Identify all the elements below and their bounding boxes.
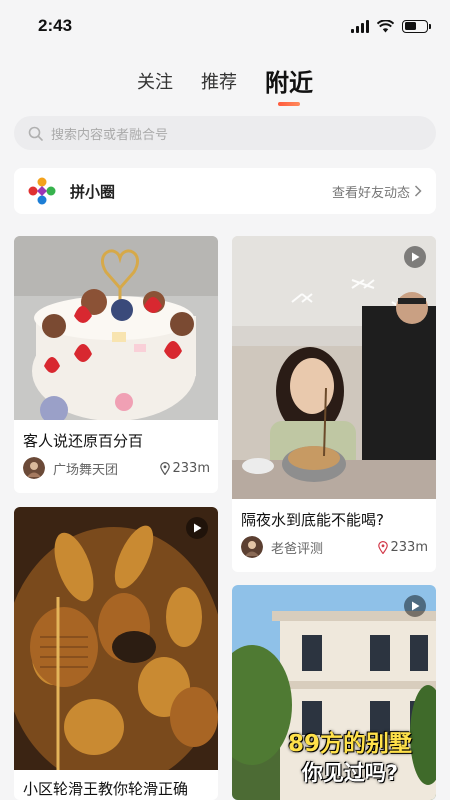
author-name[interactable]: 老爸评测 bbox=[271, 538, 378, 557]
tab-following[interactable]: 关注 bbox=[137, 68, 173, 102]
battery-icon bbox=[402, 19, 431, 33]
play-icon[interactable] bbox=[186, 517, 208, 539]
overlay-line-1: 89方的别墅 bbox=[287, 731, 412, 757]
view-friends-label: 查看好友动态 bbox=[331, 185, 410, 201]
tab-nearby-label: 附近 bbox=[265, 69, 313, 97]
search-placeholder: 搜索内容或者融合号 bbox=[51, 127, 169, 143]
active-tab-indicator bbox=[278, 102, 300, 106]
top-tabs: 关注 推荐 附近 bbox=[0, 62, 450, 106]
location-pin-icon bbox=[377, 540, 388, 554]
status-bar: 2:43 bbox=[0, 0, 450, 52]
card-title: 隔夜水到底能不能喝? bbox=[241, 511, 384, 529]
tab-nearby[interactable]: 附近 bbox=[265, 63, 313, 106]
view-friends-link[interactable]: 查看好友动态 bbox=[332, 182, 422, 201]
circle-logo-icon bbox=[28, 177, 56, 205]
search-icon bbox=[28, 126, 43, 141]
feed-card[interactable]: 89方的别墅 你见过吗? bbox=[232, 585, 436, 800]
distance-value: 233m bbox=[172, 460, 210, 476]
location-pin-icon bbox=[159, 461, 170, 475]
video-caption-overlay: 89方的别墅 你见过吗? bbox=[268, 729, 432, 787]
card-title: 小区轮滑王教你轮滑正确 bbox=[23, 780, 189, 798]
distance: 233m bbox=[377, 539, 428, 555]
author-name[interactable]: 广场舞天团 bbox=[53, 459, 160, 478]
status-icons bbox=[351, 19, 431, 33]
play-icon[interactable] bbox=[404, 246, 426, 268]
distance: 233m bbox=[159, 460, 210, 476]
play-icon[interactable] bbox=[404, 595, 426, 617]
card-thumbnail bbox=[232, 236, 436, 499]
card-meta: 广场舞天团 233m bbox=[23, 457, 210, 479]
avatar[interactable] bbox=[23, 457, 45, 479]
friend-circle-bar[interactable]: 拼小圈 查看好友动态 bbox=[14, 168, 436, 214]
wifi-icon bbox=[377, 19, 394, 32]
card-thumbnail bbox=[14, 507, 218, 770]
status-time: 2:43 bbox=[38, 16, 73, 35]
circle-title: 拼小圈 bbox=[70, 182, 116, 201]
tab-following-label: 关注 bbox=[137, 72, 173, 93]
overlay-line-2: 你见过吗? bbox=[301, 761, 399, 785]
avatar[interactable] bbox=[241, 536, 263, 558]
card-thumbnail bbox=[14, 236, 218, 420]
feed-card[interactable]: 客人说还原百分百 广场舞天团 233m bbox=[14, 236, 218, 493]
tab-recommended[interactable]: 推荐 bbox=[201, 68, 237, 102]
feed-card[interactable]: 小区轮滑王教你轮滑正确 bbox=[14, 507, 218, 800]
distance-value: 233m bbox=[390, 539, 428, 555]
chevron-right-icon bbox=[414, 185, 422, 197]
card-meta: 老爸评测 233m bbox=[241, 536, 428, 558]
tab-recommended-label: 推荐 bbox=[201, 72, 237, 93]
card-title: 客人说还原百分百 bbox=[23, 432, 144, 450]
feed-card[interactable]: 隔夜水到底能不能喝? 老爸评测 233m bbox=[232, 236, 436, 572]
search-input[interactable]: 搜索内容或者融合号 bbox=[14, 116, 436, 150]
signal-icon bbox=[351, 19, 369, 33]
